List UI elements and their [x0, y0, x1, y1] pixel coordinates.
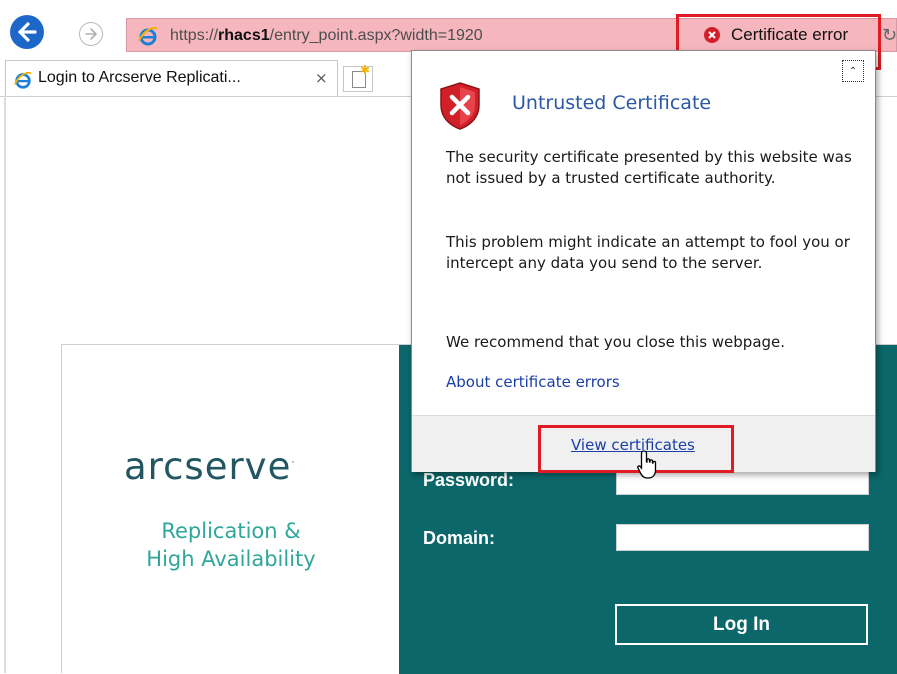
domain-field[interactable] — [616, 524, 869, 551]
popup-title: Untrusted Certificate — [512, 92, 712, 114]
login-button[interactable]: Log In — [615, 604, 868, 645]
hand-cursor-icon — [637, 450, 657, 479]
certificate-error-button[interactable]: Certificate error — [731, 25, 848, 45]
branding-panel: arcserve· Replication & High Availabilit… — [62, 345, 399, 674]
arrow-left-icon — [18, 22, 37, 42]
tab-login[interactable]: Login to Arcserve Replicati... × — [5, 60, 338, 96]
forward-button[interactable] — [79, 22, 103, 46]
internet-explorer-icon — [13, 72, 32, 89]
internet-explorer-icon — [138, 27, 158, 46]
collapse-icon[interactable]: ⌃ — [842, 60, 864, 82]
new-tab-button[interactable]: ✱ — [343, 63, 373, 92]
url-text: https://rhacs1/entry_point.aspx?width=19… — [170, 27, 483, 44]
error-icon — [704, 27, 720, 43]
arcserve-logo: arcserve· — [124, 445, 296, 488]
new-star-icon: ✱ — [360, 63, 371, 77]
shield-error-icon — [440, 82, 480, 130]
tab-close-icon[interactable]: × — [315, 69, 328, 87]
password-label: Password: — [423, 470, 515, 490]
recommendation-text: We recommend that you close this webpage… — [446, 333, 786, 351]
product-tagline: Replication & High Availability — [146, 519, 316, 571]
untrusted-description: The security certificate presented by th… — [446, 148, 852, 187]
arrow-right-icon — [85, 28, 97, 40]
risk-description: This problem might indicate an attempt t… — [446, 233, 850, 272]
certificate-popup: ⌃ Untrusted Certificate The security cer… — [411, 50, 876, 472]
domain-label: Domain: — [423, 528, 495, 548]
back-button[interactable] — [10, 15, 44, 49]
page-frame-edge — [4, 96, 6, 673]
about-certificate-errors-link[interactable]: About certificate errors — [446, 373, 620, 391]
refresh-icon[interactable]: ↻ — [882, 25, 897, 46]
tab-title: Login to Arcserve Replicati... — [38, 69, 241, 86]
